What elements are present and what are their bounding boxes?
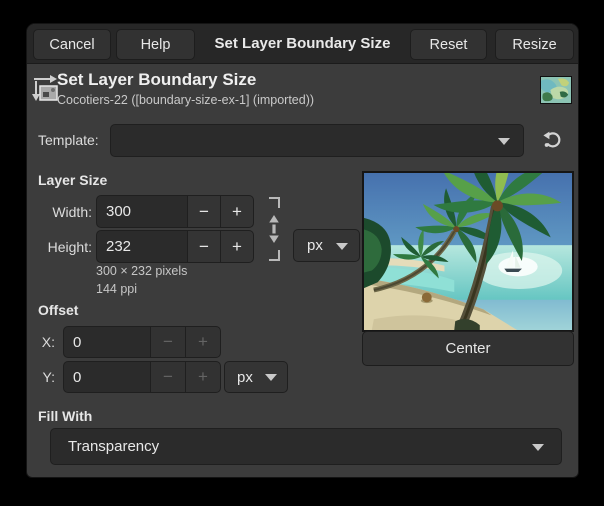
page-title: Set Layer Boundary Size [57,70,256,90]
size-unit-value: px [294,237,323,254]
reset-template-icon[interactable] [539,127,565,153]
chevron-down-icon [498,138,510,145]
pixel-dimensions-info: 300 × 232 pixels [96,264,187,278]
layer-size-section-title: Layer Size [38,172,107,188]
chevron-down-icon [265,374,277,381]
offset-section-title: Offset [38,302,78,318]
offset-y-input[interactable] [64,362,150,392]
fill-with-value: Transparency [51,438,159,455]
fill-with-section-title: Fill With [38,408,92,424]
center-button[interactable]: Center [362,331,574,366]
offset-x-decrement-button: − [150,326,186,358]
dialog-title: Set Layer Boundary Size [197,24,408,64]
fill-with-dropdown[interactable]: Transparency [50,428,562,465]
offset-y-label: Y: [38,369,55,385]
offset-x-field-wrap [63,326,151,358]
chevron-down-icon [532,444,544,451]
offset-y-field-wrap [63,361,151,393]
width-decrement-button[interactable]: − [187,195,221,228]
offset-unit-value: px [225,369,253,386]
layer-description: Cocotiers-22 ([boundary-size-ex-1] (impo… [57,93,314,107]
offset-x-label: X: [38,334,55,350]
offset-y-decrement-button: − [150,361,186,393]
template-label: Template: [38,132,99,148]
chevron-down-icon [336,243,348,250]
template-dropdown[interactable] [110,124,524,157]
height-field-wrap [96,230,188,263]
resize-button[interactable]: Resize [495,29,574,60]
resolution-info: 144 ppi [96,282,137,296]
height-input[interactable] [97,231,187,262]
offset-unit-dropdown[interactable]: px [224,361,288,393]
width-field-wrap [96,195,188,228]
offset-x-increment-button: + [185,326,221,358]
dialog-titlebar: Cancel Help Set Layer Boundary Size Rese… [27,24,578,64]
set-layer-boundary-size-dialog: Cancel Help Set Layer Boundary Size Rese… [27,24,578,477]
layer-thumbnail [540,76,572,104]
height-label: Height: [38,239,92,255]
width-increment-button[interactable]: + [220,195,254,228]
resize-layer-icon [31,72,59,104]
height-decrement-button[interactable]: − [187,230,221,263]
reset-button[interactable]: Reset [410,29,487,60]
size-unit-dropdown[interactable]: px [293,229,360,262]
offset-x-input[interactable] [64,327,150,357]
help-button[interactable]: Help [116,29,195,60]
width-label: Width: [38,204,92,220]
offset-y-increment-button: + [185,361,221,393]
cancel-button[interactable]: Cancel [33,29,111,60]
height-increment-button[interactable]: + [220,230,254,263]
layer-offset-preview[interactable] [362,171,574,332]
width-input[interactable] [97,196,187,227]
unlink-chain-icon[interactable] [265,196,283,262]
